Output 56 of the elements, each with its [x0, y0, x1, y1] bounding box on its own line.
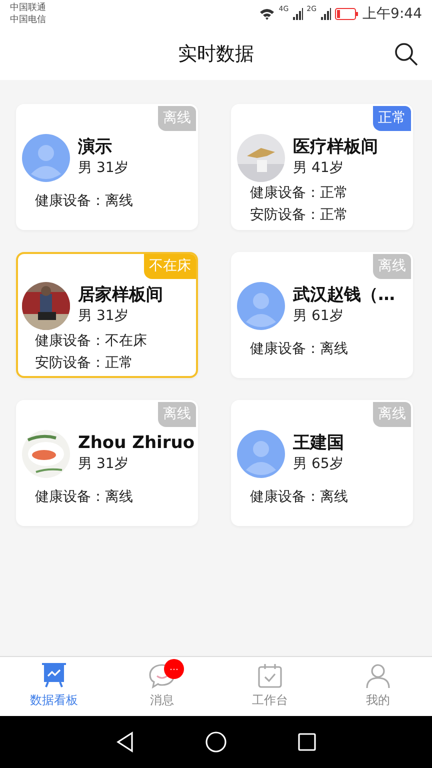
recent-apps-icon[interactable] [297, 732, 317, 752]
signal-icon [320, 8, 331, 20]
device-status: 健康设备：不在床 [34, 332, 148, 351]
status-tag: 不在床 [144, 254, 196, 279]
avatar-icon [237, 430, 285, 478]
back-icon[interactable] [115, 731, 135, 753]
calendar-icon [257, 663, 283, 689]
device-status: 健康设备：离线 [34, 488, 134, 507]
status-tag: 离线 [373, 402, 411, 427]
search-icon[interactable] [394, 42, 418, 66]
person-card[interactable]: 正常 医疗样板间 男 41岁 健康设备：正常 安防设备：正常 [231, 104, 413, 230]
person-name: 演示 [78, 136, 113, 158]
person-info: 男 65岁 [293, 455, 344, 474]
person-name: 武汉赵钱（… [293, 284, 395, 306]
battery-icon [334, 8, 359, 20]
person-card[interactable]: 不在床 居家样板间 男 31岁 健康设备：不在床 安防设备：正常 [16, 252, 198, 378]
person-name: 王建国 [293, 432, 344, 454]
tab-item[interactable]: 数据看板 [0, 657, 108, 716]
status-tag: 离线 [158, 106, 196, 131]
notification-badge: … [164, 659, 184, 679]
person-info: 男 31岁 [78, 307, 130, 326]
status-tag: 离线 [158, 402, 196, 427]
device-status: 健康设备：离线 [249, 488, 349, 507]
person-name: Zhou Zhiruo [78, 432, 195, 454]
person-name: 医疗样板间 [293, 136, 378, 158]
tab-item[interactable]: 我的 [324, 657, 432, 716]
board-icon [41, 663, 67, 689]
status-tag: 正常 [373, 106, 411, 131]
person-card[interactable]: 离线 王建国 男 65岁 健康设备：离线 [231, 400, 413, 526]
person-info: 男 61岁 [293, 307, 344, 326]
device-status: 健康设备：离线 [249, 340, 349, 359]
tab-item[interactable]: 工作台 [216, 657, 324, 716]
tab-item[interactable]: 消息 … [108, 657, 216, 716]
device-status: 健康设备：正常 [249, 184, 349, 203]
person-info: 男 31岁 [78, 159, 128, 178]
person-info: 男 41岁 [293, 159, 344, 178]
person-icon [365, 663, 391, 689]
device-status: 安防设备：正常 [249, 206, 349, 225]
device-status: 健康设备：离线 [34, 192, 134, 211]
wifi-icon [258, 8, 275, 20]
person-info: 男 31岁 [78, 455, 130, 474]
avatar-icon [237, 282, 285, 330]
person-card[interactable]: 离线 Zhou Zhiruo 男 31岁 健康设备：离线 [16, 400, 198, 526]
person-name: 居家样板间 [78, 284, 163, 306]
person-card[interactable]: 离线 演示 男 31岁 健康设备：离线 [16, 104, 198, 230]
device-status: 安防设备：正常 [34, 354, 134, 373]
page-title: 实时数据 [178, 42, 254, 67]
chat-icon [149, 663, 175, 689]
carrier-name: 中国电信 [10, 14, 46, 26]
status-tag: 离线 [373, 254, 411, 279]
signal-icon [292, 8, 303, 20]
person-card[interactable]: 离线 武汉赵钱（… 男 61岁 健康设备：离线 [231, 252, 413, 378]
home-icon[interactable] [205, 731, 227, 753]
avatar-icon [22, 134, 70, 182]
carrier-name: 中国联通 [10, 2, 46, 14]
clock-time: 上午9:44 [362, 4, 422, 24]
